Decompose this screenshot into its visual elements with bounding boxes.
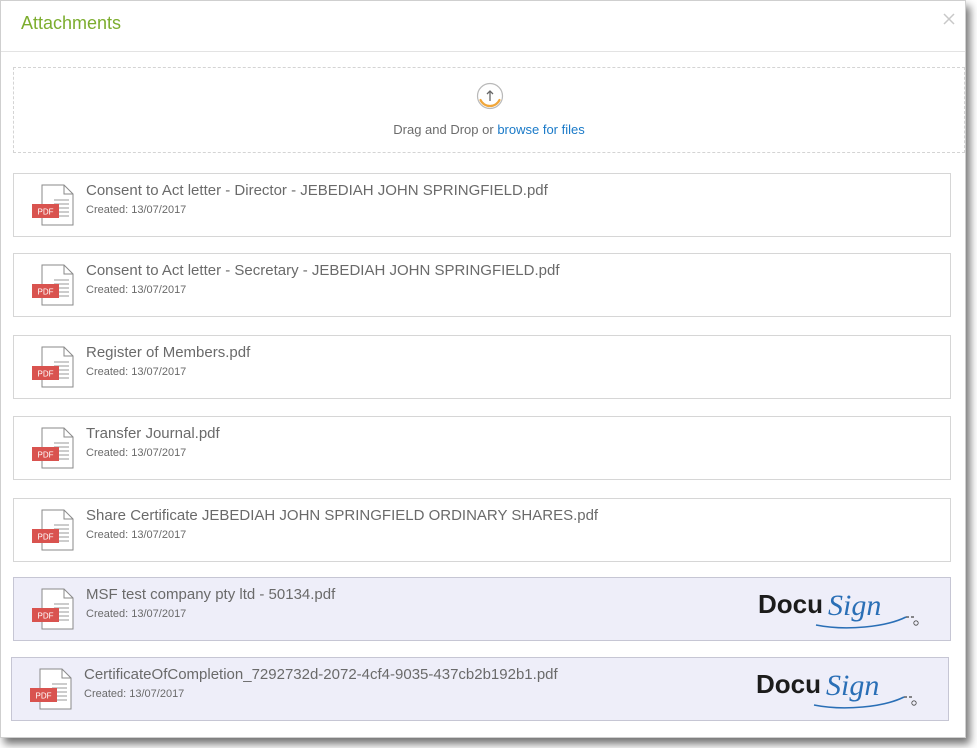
pdf-file-icon: PDF [32,427,74,469]
attachments-modal: Attachments Drag and Drop or browse for … [0,0,966,738]
file-created-date: Created: 13/07/2017 [86,608,187,620]
pdf-file-icon: PDF [32,346,74,388]
attachment-row[interactable]: PDF Consent to Act letter - Secretary - … [13,253,951,317]
file-name[interactable]: Transfer Journal.pdf [86,425,220,442]
file-name[interactable]: MSF test company pty ltd - 50134.pdf [86,586,335,603]
file-dropzone[interactable]: Drag and Drop or browse for files [13,67,965,153]
svg-text:Docu: Docu [758,589,823,619]
dropzone-text: Drag and Drop or browse for files [14,122,964,137]
file-name[interactable]: Consent to Act letter - Director - JEBED… [86,182,548,199]
svg-text:Sign: Sign [826,669,879,702]
pdf-badge: PDF [38,288,54,297]
file-name[interactable]: CertificateOfCompletion_7292732d-2072-4c… [84,666,558,683]
file-created-date: Created: 13/07/2017 [84,688,185,700]
attachment-list: PDF Consent to Act letter - Director - J… [1,171,965,737]
dropzone-prefix: Drag and Drop or [393,122,498,137]
file-created-date: Created: 13/07/2017 [86,529,187,541]
pdf-badge: PDF [38,370,54,379]
pdf-file-icon: PDF [32,588,74,630]
upload-icon[interactable] [476,82,504,110]
file-name[interactable]: Register of Members.pdf [86,344,250,361]
attachment-row[interactable]: PDF Register of Members.pdf Created: 13/… [13,335,951,399]
attachment-row[interactable]: PDF Consent to Act letter - Director - J… [13,173,951,237]
attachment-row[interactable]: PDF Transfer Journal.pdf Created: 13/07/… [13,416,951,480]
file-created-date: Created: 13/07/2017 [86,284,187,296]
modal-header: Attachments [1,1,965,52]
docusign-logo: Docu Sign [758,589,919,629]
attachment-row[interactable]: PDF Share Certificate JEBEDIAH JOHN SPRI… [13,498,951,562]
pdf-file-icon: PDF [32,264,74,306]
browse-files-link[interactable]: browse for files [497,122,584,137]
attachment-row-signed[interactable]: PDF CertificateOfCompletion_7292732d-207… [11,657,949,721]
docusign-logo: Docu Sign [756,669,917,709]
pdf-file-icon: PDF [30,668,72,710]
pdf-badge: PDF [38,533,54,542]
svg-text:Sign: Sign [828,589,881,622]
file-created-date: Created: 13/07/2017 [86,447,187,459]
close-icon[interactable] [941,11,957,27]
modal-title: Attachments [21,13,122,33]
pdf-badge: PDF [38,208,54,217]
file-name[interactable]: Consent to Act letter - Secretary - JEBE… [86,262,559,279]
pdf-badge: PDF [38,451,54,460]
pdf-badge: PDF [38,612,54,621]
pdf-file-icon: PDF [32,184,74,226]
pdf-badge: PDF [36,692,52,701]
file-name[interactable]: Share Certificate JEBEDIAH JOHN SPRINGFI… [86,507,598,524]
pdf-file-icon: PDF [32,509,74,551]
file-created-date: Created: 13/07/2017 [86,366,187,378]
attachment-row-signed[interactable]: PDF MSF test company pty ltd - 50134.pdf… [13,577,951,641]
file-created-date: Created: 13/07/2017 [86,204,187,216]
svg-text:Docu: Docu [756,669,821,699]
